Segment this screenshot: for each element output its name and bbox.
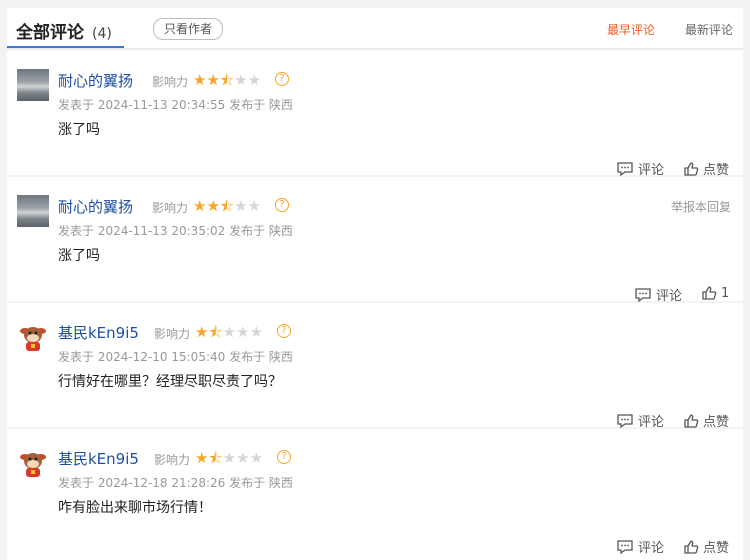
cartoon-cow-avatar[interactable] [17,321,49,353]
comment-meta: 发表于 2024-11-13 20:35:02 发布于 陕西 [58,224,293,238]
comments-count: (4) [92,26,112,42]
comment-icon [617,161,633,176]
comment-button[interactable]: 评论 [616,411,664,430]
thumbs-up-icon [684,413,699,428]
report-link[interactable]: 举报本回复 [671,198,731,215]
thumbs-up-icon [684,161,699,176]
star-half-icon: ⯪ [208,449,223,467]
star-rating: ★★⯪★★ [193,70,261,95]
comment-card: 基民kEn9i5 影响力 ★⯪★★★ ? 发表于 2024-12-18 21:2… [7,429,743,560]
comment-icon [617,539,633,554]
like-button-label: 点赞 [703,415,730,430]
comments-title[interactable]: 全部评论 (4) [16,18,112,43]
star-empty-icon: ★ [247,197,262,215]
like-button[interactable]: 1 [701,285,729,301]
thumbs-up-icon [684,539,699,554]
influence-label: 影响力 [154,327,191,341]
like-count: 1 [721,285,730,301]
star-rating: ★⯪★★★ [195,322,263,347]
comment-button-label: 评论 [638,541,665,556]
username[interactable]: 耐心的翼扬 [58,70,133,91]
comment-icon [617,413,633,428]
comment-button[interactable]: 评论 [634,285,682,304]
star-full-icon: ★ [193,71,207,89]
comment-button-label: 评论 [638,415,665,430]
avatar[interactable] [17,195,49,227]
influence-label: 影响力 [152,75,189,89]
comment-card: 基民kEn9i5 影响力 ★⯪★★★ ? 发表于 2024-12-10 15:0… [7,303,743,430]
star-rating: ★★⯪★★ [193,196,261,221]
help-icon[interactable]: ? [277,450,291,464]
avatar[interactable] [17,69,49,101]
star-full-icon: ★ [195,449,209,467]
star-full-icon: ★ [195,323,209,341]
comment-button[interactable]: 评论 [616,537,664,556]
sort-newest-tab[interactable]: 最新评论 [685,21,733,38]
like-button[interactable]: 点赞 [683,159,729,178]
comment-content: 涨了吗 [58,122,100,138]
help-icon[interactable]: ? [275,72,289,86]
star-half-icon: ⯪ [219,71,235,89]
like-button[interactable]: 点赞 [683,537,729,556]
comments-header: 全部评论 (4) 只看作者 最早评论 最新评论 [7,8,743,49]
star-rating: ★⯪★★★ [195,448,263,473]
comment-meta: 发表于 2024-12-10 15:05:40 发布于 陕西 [58,350,293,364]
comment-meta: 发表于 2024-12-18 21:28:26 发布于 陕西 [58,476,293,490]
like-button-label: 点赞 [703,163,730,178]
star-full-icon: ★ [206,71,220,89]
star-empty-icon: ★ [249,449,264,467]
star-empty-icon: ★ [222,323,237,341]
star-full-icon: ★ [206,197,220,215]
star-half-icon: ⯪ [208,323,223,341]
username[interactable]: 基民kEn9i5 [58,322,139,343]
author-only-button[interactable]: 只看作者 [153,18,224,40]
comment-content: 涨了吗 [58,248,100,264]
comment-icon [635,287,651,302]
like-button-label: 点赞 [703,541,730,556]
comments-title-text: 全部评论 [16,23,84,43]
like-button[interactable]: 点赞 [683,411,729,430]
star-full-icon: ★ [193,197,207,215]
star-empty-icon: ★ [236,323,250,341]
thumbs-up-icon [702,286,717,300]
star-empty-icon: ★ [247,71,262,89]
comment-meta: 发表于 2024-11-13 20:34:55 发布于 陕西 [58,98,293,112]
star-empty-icon: ★ [249,323,264,341]
star-empty-icon: ★ [222,449,237,467]
influence-label: 影响力 [154,453,191,467]
active-tab-underline [7,46,124,48]
help-icon[interactable]: ? [277,324,291,338]
comment-card: 耐心的翼扬 影响力 ★★⯪★★ ? 发表于 2024-11-13 20:34:5… [7,51,743,178]
username[interactable]: 耐心的翼扬 [58,196,133,217]
star-half-icon: ⯪ [219,197,235,215]
comment-card: 耐心的翼扬 影响力 ★★⯪★★ ? 举报本回复 发表于 2024-11-13 2… [7,177,743,304]
comment-button[interactable]: 评论 [616,159,664,178]
help-icon[interactable]: ? [275,198,289,212]
cartoon-cow-avatar[interactable] [17,447,49,479]
username[interactable]: 基民kEn9i5 [58,448,139,469]
influence-label: 影响力 [152,201,189,215]
star-empty-icon: ★ [234,197,248,215]
comment-button-label: 评论 [656,289,683,304]
comment-button-label: 评论 [638,163,665,178]
star-empty-icon: ★ [234,71,248,89]
star-empty-icon: ★ [236,449,250,467]
comment-content: 行情好在哪里？经理尽职尽责了吗？ [58,374,282,390]
sort-earliest-tab[interactable]: 最早评论 [607,21,655,38]
comment-content: 咋有脸出来聊市场行情！ [58,500,212,516]
